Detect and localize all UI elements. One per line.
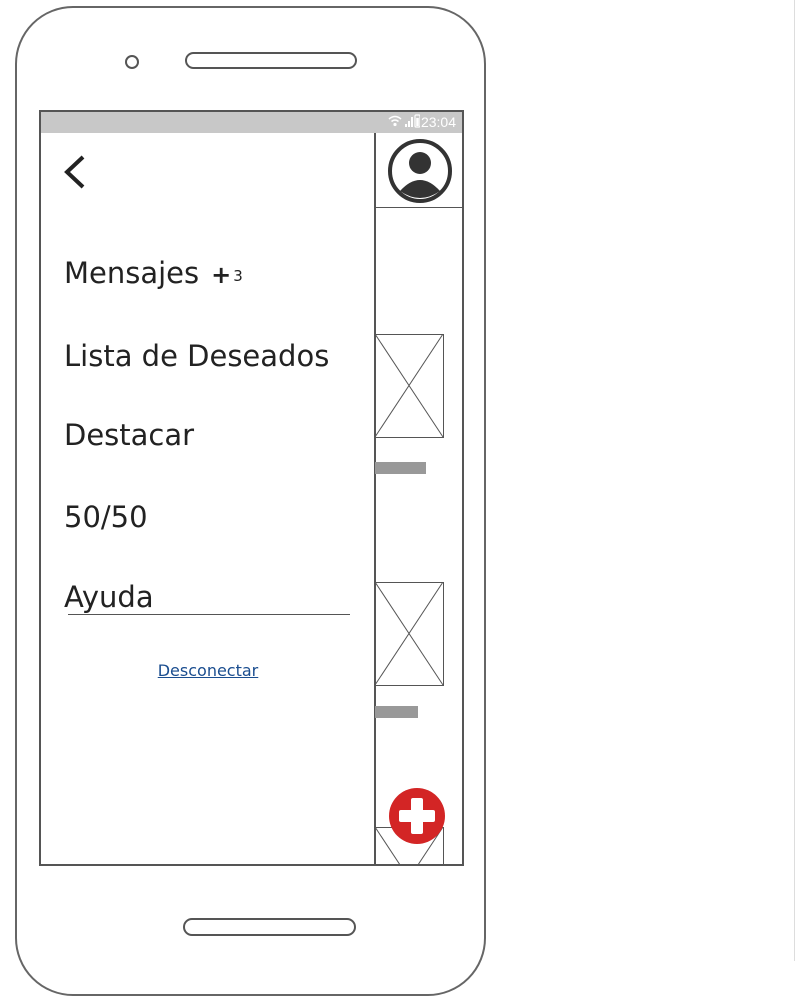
image-placeholder [375,582,444,686]
menu-item-label: Lista de Deseados [64,339,330,373]
menu-item-ayuda[interactable]: Ayuda [64,580,154,614]
home-button[interactable] [183,918,356,936]
image-placeholder [375,334,444,438]
text-placeholder [375,706,418,718]
menu-item-destacar[interactable]: Destacar [64,418,194,452]
canvas-edge [794,0,795,961]
menu-item-mensajes[interactable]: Mensajes +3 [64,256,243,290]
content-edge [375,208,376,864]
status-bar: 23:04 [41,112,462,133]
plus-icon: + [211,261,232,289]
menu-item-label: Destacar [64,418,195,452]
profile-avatar[interactable] [375,133,462,208]
status-time: 23:04 [420,114,456,130]
message-count-badge: 3 [233,267,243,285]
wifi-signal-icon [388,114,421,128]
chevron-left-icon[interactable] [61,153,91,191]
menu-divider [68,614,350,615]
navigation-drawer: Mensajes +3 Lista de Deseados Destacar 50… [41,133,375,864]
camera-icon [125,55,139,69]
text-placeholder [375,462,426,474]
speaker-grille [185,52,357,69]
add-button[interactable] [389,788,445,844]
menu-item-label: Ayuda [64,580,154,614]
phone-screen: 23:04 Mensajes + 3 Lista de Deseados Des… [39,110,464,866]
logout-link[interactable]: Desconectar [41,661,375,680]
plus-circle-icon [399,798,435,834]
status-icons [388,114,421,131]
menu-item-lista-deseados[interactable]: Lista de Deseados [64,339,329,373]
menu-item-50-50[interactable]: 50/50 [64,500,148,534]
menu-item-label: 50/50 [64,500,148,534]
user-avatar-icon [388,139,452,203]
menu-item-label: Mensajes [64,256,200,290]
